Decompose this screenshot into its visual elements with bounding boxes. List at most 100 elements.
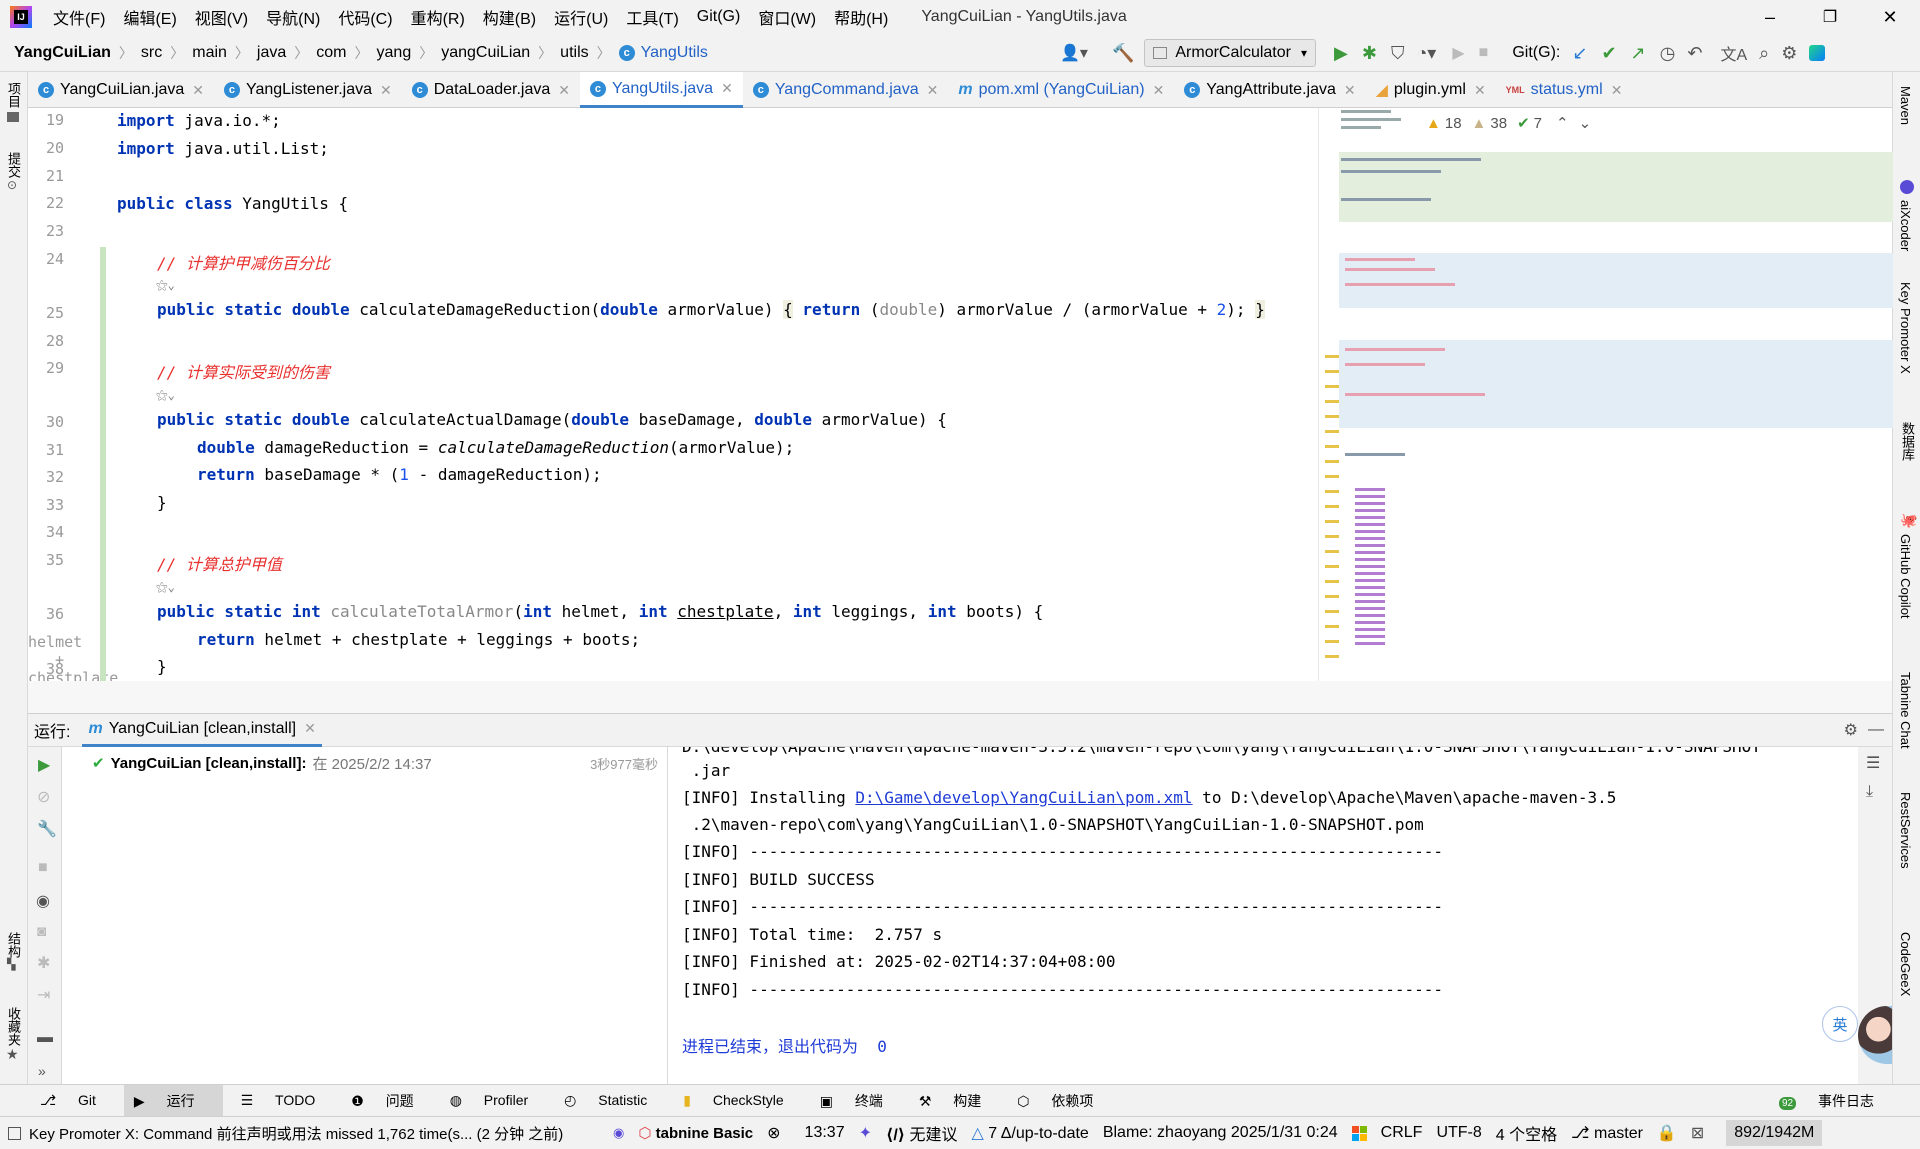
maximize-button[interactable]: ❐ <box>1800 7 1860 27</box>
tool-tab-build[interactable]: ⚒ 构建 <box>919 1091 999 1111</box>
tool-tab-problems[interactable]: ❶ 问题 <box>351 1091 431 1111</box>
exit-icon[interactable]: ⇥ <box>37 985 50 1005</box>
close-icon[interactable]: ✕ <box>304 720 316 737</box>
profile-icon[interactable]: ◔▾ <box>1416 43 1436 64</box>
menu-tools[interactable]: 工具(T) <box>617 5 687 29</box>
restservices-tool-button[interactable]: RestServices <box>1898 792 1913 869</box>
breadcrumb-main[interactable]: main <box>192 44 227 62</box>
breadcrumb-src[interactable]: src <box>141 44 162 62</box>
tab-plugin-yml[interactable]: ◢ plugin.yml ✕ <box>1366 72 1496 108</box>
code-minimap[interactable] <box>1318 108 1893 681</box>
run-tab[interactable]: m YangCuiLian [clean,install] ✕ <box>82 714 322 747</box>
build-hammer-icon[interactable]: 🔨 <box>1112 43 1134 64</box>
tool-tab-checkstyle[interactable]: ▮ CheckStyle <box>683 1092 801 1109</box>
mask-icon[interactable]: ⊗ <box>767 1123 780 1143</box>
jetbrains-toolbox-icon[interactable] <box>1809 45 1826 61</box>
translate-icon[interactable]: 文A <box>1720 41 1747 65</box>
menu-help[interactable]: 帮助(H) <box>825 5 897 29</box>
menu-refactor[interactable]: 重构(R) <box>402 5 474 29</box>
wrench-icon[interactable]: 🔧 <box>37 819 57 839</box>
codegeex-status[interactable]: ⟨/⟩ 无建议 <box>886 1121 958 1145</box>
menu-file[interactable]: 文件(F) <box>44 5 114 29</box>
breadcrumb-utils[interactable]: utils <box>560 44 588 62</box>
eye-icon[interactable]: ◉ <box>36 891 50 911</box>
close-icon[interactable]: ✕ <box>1611 82 1623 99</box>
tab-dataloader[interactable]: c DataLoader.java ✕ <box>402 72 580 108</box>
rollback-icon[interactable]: ↶ <box>1687 43 1702 64</box>
close-icon[interactable]: ✕ <box>1153 82 1165 99</box>
menu-edit[interactable]: 编辑(E) <box>114 5 185 29</box>
breadcrumb-project[interactable]: YangCuiLian <box>14 44 111 62</box>
tab-pom[interactable]: m pom.xml (YangCuiLian) ✕ <box>948 72 1174 108</box>
menu-git[interactable]: Git(G) <box>688 8 750 26</box>
gear-icon[interactable]: ⚙ <box>1781 43 1797 64</box>
close-icon[interactable]: ✕ <box>927 82 939 99</box>
breadcrumb-yangcuilian[interactable]: yangCuiLian <box>441 44 530 62</box>
structure-tool-button[interactable]: 结构 ▚ <box>4 932 24 971</box>
power-save-icon[interactable]: ⊠ <box>1691 1123 1704 1143</box>
indent-setting[interactable]: 4 个空格 <box>1496 1121 1557 1145</box>
tab-yangutils[interactable]: c YangUtils.java ✕ <box>579 72 743 108</box>
rerun-icon[interactable]: ▶ <box>38 755 50 775</box>
project-tool-button[interactable]: 项目 <box>4 82 24 122</box>
lock-icon[interactable]: 🔒 <box>1657 1123 1677 1143</box>
aix-icon[interactable]: ◉ <box>613 1125 624 1141</box>
ai-hint-icon[interactable]: ⚝⌄ <box>156 388 175 403</box>
run-config-select[interactable]: ArmorCalculator ▾ <box>1144 39 1316 67</box>
console-output[interactable]: D:\develop\Apache\Maven\apache-maven-3.5… <box>668 747 1858 1084</box>
breadcrumb-yang[interactable]: yang <box>377 44 412 62</box>
minimize-button[interactable]: – <box>1740 7 1800 28</box>
camera-icon[interactable]: ◙ <box>37 923 46 940</box>
scroll-to-end-icon[interactable]: ⤓ <box>1866 783 1873 801</box>
menu-build[interactable]: 构建(B) <box>474 5 545 29</box>
maven-tool-button[interactable]: Maven <box>1898 86 1913 125</box>
breadcrumb-class[interactable]: YangUtils <box>641 44 708 62</box>
tabnine-status[interactable]: ⬡ tabnine Basic <box>638 1124 753 1142</box>
copilot-status-icon[interactable]: ✦ <box>859 1123 872 1143</box>
favorites-tool-button[interactable]: 收藏夹 ★ <box>4 1007 24 1063</box>
close-icon[interactable]: ✕ <box>558 82 570 99</box>
menu-window[interactable]: 窗口(W) <box>749 5 825 29</box>
debug-icon[interactable]: ✱ <box>37 953 50 973</box>
codegeex-tool-button[interactable]: CodeGeeX <box>1898 932 1913 996</box>
blame-status[interactable]: Blame: zhaoyang 2025/1/31 0:24 <box>1103 1124 1338 1142</box>
commit-tool-button[interactable]: 提交 ⊙ <box>4 152 24 192</box>
git-update-icon[interactable]: ↙ <box>1572 43 1587 64</box>
database-tool-button[interactable]: 数据库 <box>1898 422 1917 461</box>
vcs-status[interactable]: △ 7 Δ/up-to-date <box>972 1123 1089 1143</box>
stop-icon[interactable]: ■ <box>38 859 48 877</box>
status-toggle-icon[interactable] <box>8 1126 21 1140</box>
user-icon[interactable]: 👤▾ <box>1060 43 1088 63</box>
menu-navigate[interactable]: 导航(N) <box>257 5 329 29</box>
tool-tab-todo[interactable]: ☰ TODO <box>241 1092 334 1109</box>
breadcrumb-com[interactable]: com <box>316 44 346 62</box>
debug-icon[interactable]: ✱ <box>1362 43 1377 64</box>
code-editor[interactable]: 19 20 21 22 23 24 25 28 29 30 31 32 33 3… <box>28 108 1893 759</box>
tool-tab-git[interactable]: ⎇ Git <box>40 1092 114 1109</box>
close-icon[interactable]: ✕ <box>1344 82 1356 99</box>
close-window-button[interactable]: ✕ <box>1860 7 1920 28</box>
copilot-tool-button[interactable]: GitHub Copilot <box>1898 534 1913 619</box>
console-file-link[interactable]: D:\Game\develop\YangCuiLian\pom.xml <box>855 788 1192 807</box>
minimize-panel-icon[interactable]: — <box>1868 721 1884 739</box>
gear-icon[interactable]: ⚙ <box>1844 720 1858 740</box>
history-icon[interactable]: ◷ <box>1660 43 1676 64</box>
coverage-icon[interactable]: ⛉ <box>1391 43 1405 64</box>
tab-status-yml[interactable]: YML status.yml ✕ <box>1496 72 1633 108</box>
run-tree-item[interactable]: ✔ YangCuiLian [clean,install]: 在 2025/2/… <box>92 751 662 775</box>
file-encoding[interactable]: UTF-8 <box>1436 1124 1481 1142</box>
ai-hint-icon[interactable]: ⚝⌄ <box>156 278 175 293</box>
attach-icon[interactable]: ▶ <box>1452 43 1464 63</box>
tool-tab-terminal[interactable]: ▣ 终端 <box>820 1091 901 1111</box>
menu-run[interactable]: 运行(U) <box>545 5 617 29</box>
tool-tab-run[interactable]: ▶ 运行 <box>123 1084 223 1117</box>
run-icon[interactable]: ▶ <box>1334 43 1348 64</box>
toggle-offline-icon[interactable]: ⊘ <box>37 787 50 807</box>
ime-widget[interactable]: 英 <box>1822 1006 1858 1042</box>
ai-hint-icon[interactable]: ⚝⌄ <box>156 580 175 595</box>
git-commit-icon[interactable]: ✔ <box>1601 43 1616 64</box>
status-message[interactable]: Key Promoter X: Command 前往声明或用法 missed 1… <box>29 1123 599 1144</box>
tabnine-tool-button[interactable]: Tabnine Chat <box>1898 672 1913 749</box>
line-separator[interactable]: CRLF <box>1381 1124 1423 1142</box>
event-log-button[interactable]: 92 事件日志 <box>1778 1091 1892 1111</box>
